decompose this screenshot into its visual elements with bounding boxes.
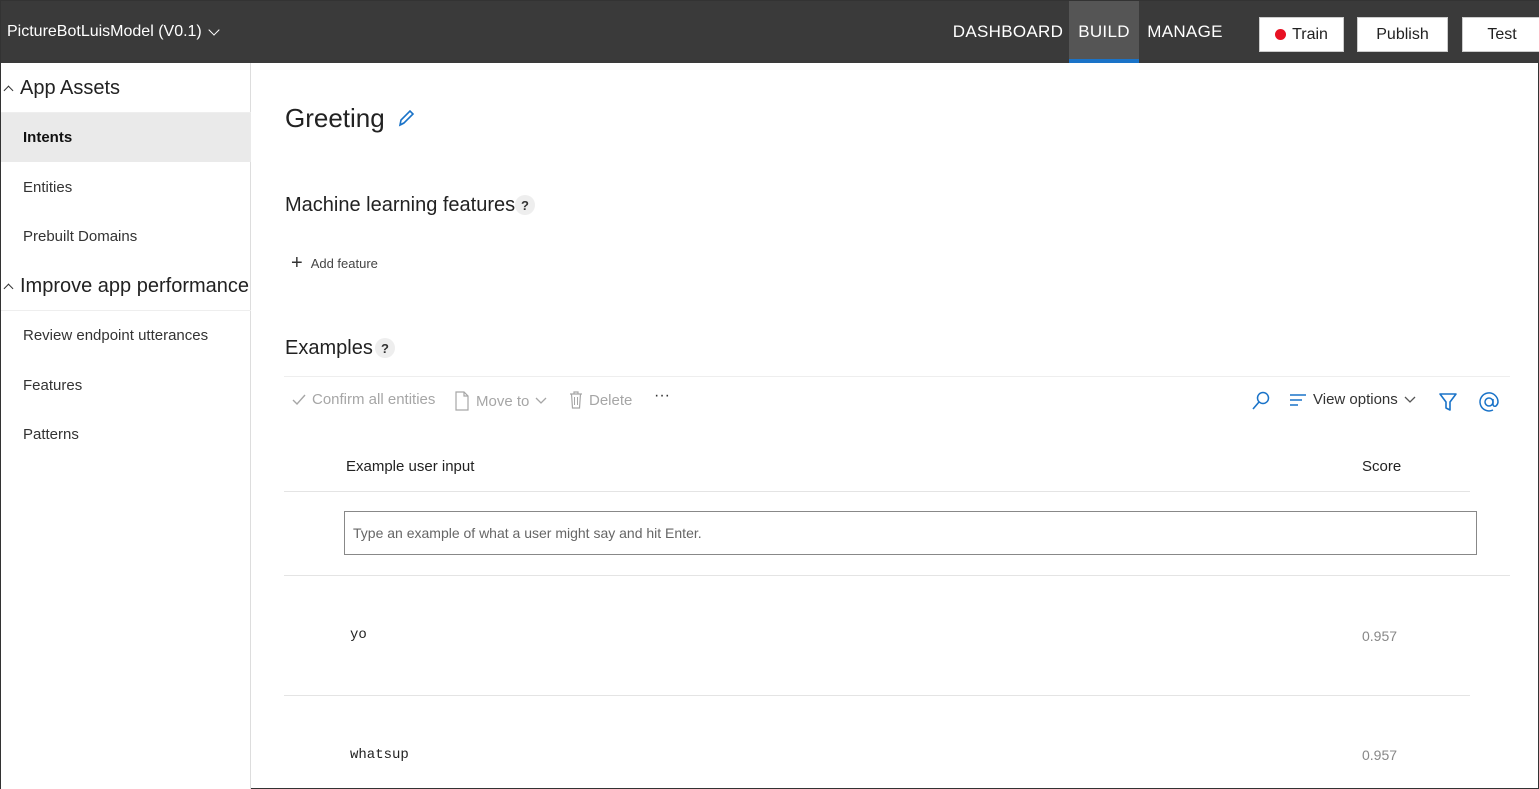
delete-label: Delete [589, 391, 633, 409]
nav-dashboard[interactable]: DASHBOARD [949, 1, 1067, 63]
column-header-input[interactable]: Example user input [346, 458, 474, 475]
search-icon[interactable] [1251, 391, 1271, 411]
sidebar-item-intents[interactable]: Intents [1, 113, 251, 162]
more-options-button[interactable]: ··· [654, 387, 670, 405]
chevron-up-icon [3, 283, 14, 294]
ml-features-heading: Machine learning features [285, 194, 516, 216]
view-options-button[interactable]: View options [1289, 391, 1416, 408]
train-label: Train [1292, 25, 1328, 43]
sidebar-item-features[interactable]: Features [1, 361, 251, 410]
plus-icon: + [291, 252, 303, 274]
checkmark-icon [292, 394, 306, 405]
list-icon [1290, 393, 1306, 406]
divider [284, 491, 1470, 492]
publish-button[interactable]: Publish [1357, 17, 1448, 52]
document-icon [455, 391, 469, 411]
sidebar-item-patterns[interactable]: Patterns [1, 410, 251, 459]
score-value: 0.957 [1362, 628, 1398, 644]
chevron-down-icon [535, 397, 547, 404]
help-icon[interactable]: ? [515, 195, 535, 215]
section-improve-performance[interactable]: Improve app performance [1, 263, 251, 311]
test-button[interactable]: Test [1462, 17, 1539, 52]
score-value: 0.957 [1362, 747, 1398, 763]
section-label: App Assets [20, 77, 121, 99]
divider [284, 575, 1510, 576]
chevron-down-icon [1404, 396, 1416, 403]
sidebar-item-entities[interactable]: Entities [1, 163, 251, 212]
confirm-all-entities-button[interactable]: Confirm all entities [292, 391, 435, 408]
sidebar: App Assets Intents Entities Prebuilt Dom… [1, 63, 251, 789]
column-header-score[interactable]: Score [1362, 458, 1401, 475]
examples-toolbar: Confirm all entities Move to Delete ··· … [284, 376, 1510, 426]
trash-icon [570, 391, 582, 409]
utterance-text[interactable]: whatsup [350, 747, 409, 763]
add-feature-label: Add feature [310, 255, 378, 271]
delete-button[interactable]: Delete [569, 391, 632, 409]
sidebar-item-prebuilt-domains[interactable]: Prebuilt Domains [1, 212, 251, 261]
pencil-icon[interactable] [396, 107, 416, 129]
section-app-assets[interactable]: App Assets [1, 65, 251, 113]
top-bar: PictureBotLuisModel (V0.1) DASHBOARD BUI… [1, 1, 1539, 63]
help-icon[interactable]: ? [375, 338, 395, 358]
example-input[interactable] [344, 511, 1477, 555]
move-to-label: Move to [476, 392, 530, 410]
app-name-label: PictureBotLuisModel (V0.1) [7, 23, 202, 40]
page-title: Greeting [285, 103, 385, 133]
divider [284, 695, 1470, 696]
section-label: Improve app performance [20, 275, 250, 297]
chevron-down-icon [208, 23, 220, 36]
nav-build[interactable]: BUILD [1069, 1, 1139, 63]
add-feature-button[interactable]: + Add feature [291, 253, 378, 273]
utterance-text[interactable]: yo [350, 627, 367, 643]
confirm-label: Confirm all entities [312, 391, 436, 408]
chevron-up-icon [3, 85, 14, 96]
at-sign-icon[interactable] [1478, 391, 1500, 413]
filter-icon[interactable] [1438, 392, 1458, 412]
examples-heading: Examples [285, 337, 373, 359]
app-selector[interactable]: PictureBotLuisModel (V0.1) [7, 23, 220, 41]
view-options-label: View options [1313, 391, 1398, 408]
status-dot-icon [1275, 29, 1287, 40]
train-button[interactable]: Train [1259, 17, 1344, 52]
move-to-button[interactable]: Move to [454, 391, 547, 411]
sidebar-item-review-endpoint[interactable]: Review endpoint utterances [1, 311, 251, 360]
nav-manage[interactable]: MANAGE [1141, 1, 1229, 63]
